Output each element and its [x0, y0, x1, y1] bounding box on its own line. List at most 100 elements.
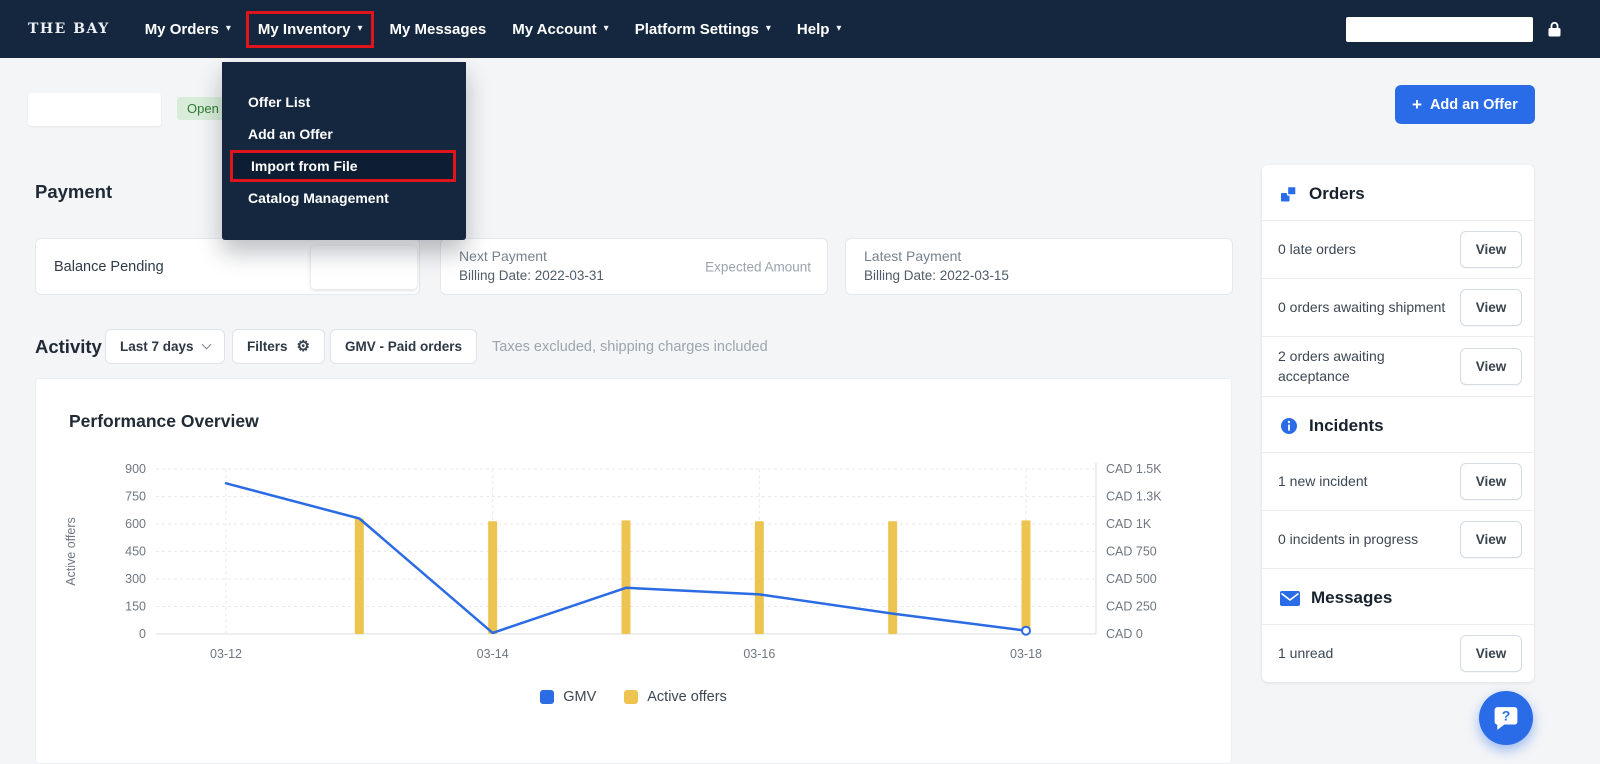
svg-text:CAD 750: CAD 750 — [1106, 545, 1157, 559]
svg-text:03-16: 03-16 — [743, 647, 775, 661]
expected-amount-label: Expected Amount — [705, 259, 811, 274]
svg-text:03-14: 03-14 — [477, 647, 509, 661]
menu-import-from-file[interactable]: Import from File — [230, 150, 456, 182]
performance-overview-card: Performance Overview 03-12 03-14 03-16 03-1… — [35, 378, 1232, 764]
latest-payment-billing-date: Billing Date: 2022-03-15 — [864, 268, 1009, 283]
incidents-in-progress-label: 0 incidents in progress — [1278, 530, 1419, 547]
legend-gmv-label: GMV — [563, 689, 597, 705]
balance-pending-card: Balance Pending — [35, 238, 420, 295]
svg-text:CAD 0: CAD 0 — [1106, 627, 1143, 641]
nav-my-account-label: My Account — [512, 20, 597, 38]
gmv-swatch — [540, 690, 555, 704]
awaiting-shipment-label: 0 orders awaiting shipment — [1278, 298, 1446, 315]
late-orders-label: 0 late orders — [1278, 240, 1356, 257]
svg-text:03-18: 03-18 — [1010, 647, 1042, 661]
svg-text:CAD 1K: CAD 1K — [1106, 517, 1152, 531]
date-range-button[interactable]: Last 7 days — [105, 329, 225, 364]
orders-icon — [1280, 185, 1298, 203]
performance-chart: 03-12 03-14 03-16 03-18 0 150 300 450 600 750 900 C… — [64, 462, 1162, 661]
brand-logo: THE BAY — [28, 21, 110, 37]
nav-my-inventory[interactable]: My Inventory ▾ — [245, 10, 375, 48]
help-bubble-icon: ? — [1493, 705, 1519, 731]
svg-text:Active offers: Active offers — [64, 517, 78, 586]
tax-note: Taxes excluded, shipping charges include… — [492, 339, 768, 355]
caret-down-icon: ▾ — [603, 23, 609, 34]
my-inventory-dropdown: Offer List Add an Offer Import from File… — [222, 62, 466, 240]
nav-platform-settings[interactable]: Platform Settings ▾ — [624, 13, 782, 46]
nav-my-messages-label: My Messages — [389, 20, 487, 38]
gear-icon: ⚙ — [296, 338, 310, 355]
latest-payment-card: Latest Payment Billing Date: 2022-03-15 — [845, 238, 1233, 295]
metric-selector-button[interactable]: GMV - Paid orders — [330, 329, 478, 364]
nav-my-inventory-label: My Inventory — [257, 20, 351, 38]
shop-name-box — [28, 93, 161, 126]
legend-gmv[interactable]: GMV — [540, 689, 596, 705]
nav-my-orders-label: My Orders — [144, 20, 219, 38]
unread-messages-row: 1 unread View — [1262, 624, 1534, 682]
incidents-section-header: Incidents — [1262, 396, 1534, 452]
orders-section-header: Orders — [1262, 165, 1534, 220]
activity-section-title: Activity — [35, 336, 102, 357]
chevron-down-icon — [201, 339, 211, 350]
new-incident-label: 1 new incident — [1278, 472, 1368, 489]
svg-text:CAD 500: CAD 500 — [1106, 572, 1157, 586]
late-orders-row: 0 late orders View — [1262, 220, 1534, 278]
view-unread-messages-button[interactable]: View — [1460, 635, 1522, 673]
nav-platform-settings-label: Platform Settings — [634, 20, 759, 38]
view-awaiting-shipment-button[interactable]: View — [1460, 289, 1522, 326]
caret-down-icon: ▾ — [836, 23, 842, 34]
svg-text:0: 0 — [139, 627, 146, 641]
svg-text:?: ? — [1502, 708, 1511, 724]
view-incidents-in-progress-button[interactable]: View — [1460, 521, 1522, 559]
search-input[interactable] — [1346, 16, 1533, 42]
incidents-in-progress-row: 0 incidents in progress View — [1262, 510, 1534, 568]
nav-my-account[interactable]: My Account ▾ — [501, 13, 619, 46]
caret-down-icon: ▾ — [765, 23, 771, 34]
menu-catalog-management[interactable]: Catalog Management — [222, 182, 466, 214]
plus-icon: + — [1412, 95, 1422, 114]
new-incident-row: 1 new incident View — [1262, 452, 1534, 510]
nav-right — [1346, 16, 1562, 42]
view-new-incident-button[interactable]: View — [1460, 463, 1522, 501]
svg-text:600: 600 — [125, 517, 146, 531]
help-button[interactable]: ? — [1479, 691, 1533, 745]
awaiting-acceptance-row: 2 orders awaiting acceptance View — [1262, 336, 1534, 396]
svg-text:300: 300 — [125, 572, 146, 586]
latest-payment-title: Latest Payment — [864, 248, 962, 264]
filters-button[interactable]: Filters ⚙ — [232, 329, 325, 364]
balance-amount-box — [311, 246, 417, 289]
chart-legend: GMV Active offers — [36, 689, 1231, 705]
menu-offer-list[interactable]: Offer List — [222, 86, 466, 118]
svg-text:CAD 1.5K: CAD 1.5K — [1106, 462, 1162, 476]
view-late-orders-button[interactable]: View — [1460, 231, 1522, 268]
unread-messages-label: 1 unread — [1278, 644, 1334, 661]
next-payment-card: Next Payment Billing Date: 2022-03-31 Ex… — [440, 238, 828, 295]
caret-down-icon: ▾ — [357, 23, 363, 34]
add-an-offer-button[interactable]: + Add an Offer — [1395, 85, 1535, 124]
svg-text:450: 450 — [125, 545, 146, 559]
nav-help[interactable]: Help ▾ — [786, 13, 853, 46]
legend-active-offers[interactable]: Active offers — [624, 689, 727, 705]
svg-text:CAD 1.3K: CAD 1.3K — [1106, 490, 1162, 504]
messages-section-header: Messages — [1262, 568, 1534, 624]
nav-my-messages[interactable]: My Messages — [378, 13, 497, 46]
nav-my-orders[interactable]: My Orders ▾ — [134, 13, 242, 46]
messages-section-title: Messages — [1311, 588, 1393, 608]
svg-text:750: 750 — [125, 490, 146, 504]
active-offers-swatch — [624, 690, 639, 704]
page: THE BAY My Orders ▾ My Inventory ▾ My Me… — [0, 0, 1600, 764]
svg-text:03-12: 03-12 — [210, 647, 242, 661]
awaiting-acceptance-label: 2 orders awaiting acceptance — [1278, 348, 1385, 384]
view-awaiting-acceptance-button[interactable]: View — [1460, 348, 1522, 386]
svg-text:900: 900 — [125, 462, 146, 476]
main-nav: My Orders ▾ My Inventory ▾ My Messages M… — [134, 10, 853, 48]
payment-section-title: Payment — [35, 181, 113, 202]
incidents-section-title: Incidents — [1309, 416, 1384, 436]
lock-icon — [1547, 21, 1562, 38]
date-range-label: Last 7 days — [120, 339, 194, 354]
chart-title: Performance Overview — [69, 411, 259, 431]
menu-add-an-offer[interactable]: Add an Offer — [222, 118, 466, 150]
filters-label: Filters — [247, 339, 288, 354]
envelope-icon — [1280, 590, 1300, 606]
caret-down-icon: ▾ — [225, 23, 231, 34]
